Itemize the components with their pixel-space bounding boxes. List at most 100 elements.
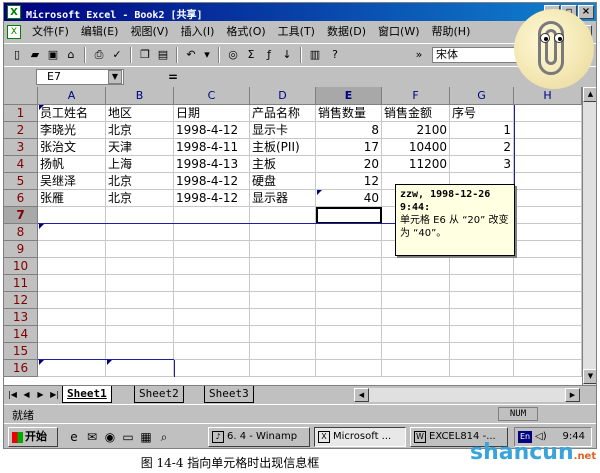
cell-b12[interactable] [106, 292, 174, 309]
new-file-icon[interactable]: ▯ [8, 47, 26, 63]
formula-input[interactable] [186, 69, 516, 85]
menu-item[interactable]: 格式(O) [220, 25, 271, 39]
cell-d5[interactable]: 硬盘 [250, 173, 316, 190]
cell-b9[interactable] [106, 241, 174, 258]
taskbar-task-button[interactable]: ♪ 6. 4 - Winamp [208, 427, 310, 447]
cell-c12[interactable] [174, 292, 250, 309]
cell-h10[interactable] [514, 258, 582, 275]
formula-equals-sign[interactable]: = [168, 70, 178, 84]
cell-c16[interactable] [174, 360, 250, 377]
cell-b13[interactable] [106, 309, 174, 326]
cell-d10[interactable] [250, 258, 316, 275]
cell-b4[interactable]: 上海 [106, 156, 174, 173]
cell-h11[interactable] [514, 275, 582, 292]
cell-e3[interactable]: 17 [316, 139, 382, 156]
cell-a4[interactable]: 扬帆 [38, 156, 106, 173]
cell-h14[interactable] [514, 326, 582, 343]
cell-f2[interactable]: 2100 [382, 122, 450, 139]
cell-a3[interactable]: 张治文 [38, 139, 106, 156]
cell-e14[interactable] [316, 326, 382, 343]
cell-e4[interactable]: 20 [316, 156, 382, 173]
cell-a1[interactable]: 员工姓名 [38, 105, 106, 122]
cell-e9[interactable] [316, 241, 382, 258]
cell-a12[interactable] [38, 292, 106, 309]
cell-a9[interactable] [38, 241, 106, 258]
cell-c4[interactable]: 1998-4-13 [174, 156, 250, 173]
row-header[interactable]: 3 [4, 139, 38, 156]
cell-h3[interactable] [514, 139, 582, 156]
office-assistant-clippy[interactable] [514, 9, 594, 89]
menu-item[interactable]: 视图(V) [124, 25, 174, 39]
menu-item[interactable]: 帮助(H) [426, 25, 477, 39]
close-button[interactable]: × [578, 5, 594, 19]
sheet-tab-3[interactable]: Sheet3 [204, 386, 254, 403]
font-name-box[interactable]: 宋体 [432, 47, 522, 63]
cell-b3[interactable]: 天津 [106, 139, 174, 156]
scroll-up-icon[interactable]: ▲ [583, 87, 596, 102]
cell-a6[interactable]: 张雁 [38, 190, 106, 207]
cell-e16[interactable] [316, 360, 382, 377]
cell-g3[interactable]: 2 [450, 139, 514, 156]
cell-h4[interactable] [514, 156, 582, 173]
row-header[interactable]: 11 [4, 275, 38, 292]
cell-h1[interactable] [514, 105, 582, 122]
cell-a5[interactable]: 吴继泽 [38, 173, 106, 190]
scroll-left-icon[interactable]: ◀ [354, 388, 369, 402]
cell-d3[interactable]: 主板(PII) [250, 139, 316, 156]
cell-d2[interactable]: 显示卡 [250, 122, 316, 139]
cell-h15[interactable] [514, 343, 582, 360]
cell-g12[interactable] [450, 292, 514, 309]
scroll-right-icon[interactable]: ▶ [565, 388, 580, 402]
start-button[interactable]: 开始 [8, 427, 58, 447]
cell-g2[interactable]: 1 [450, 122, 514, 139]
cell-d6[interactable]: 显示器 [250, 190, 316, 207]
row-header[interactable]: 6 [4, 190, 38, 207]
cell-c3[interactable]: 1998-4-11 [174, 139, 250, 156]
cell-h13[interactable] [514, 309, 582, 326]
desktop-icon[interactable]: ▭ [120, 429, 136, 445]
column-header-f[interactable]: F [382, 87, 450, 105]
cell-g1[interactable]: 序号 [450, 105, 514, 122]
cell-e10[interactable] [316, 258, 382, 275]
cell-c7[interactable] [174, 207, 250, 224]
menu-item[interactable]: 数据(D) [321, 25, 372, 39]
cell-g16[interactable] [450, 360, 514, 377]
row-header[interactable]: 16 [4, 360, 38, 377]
cell-g13[interactable] [450, 309, 514, 326]
menu-item[interactable]: 文件(F) [26, 25, 75, 39]
sheet-tab-2[interactable]: Sheet2 [134, 386, 184, 403]
paste-icon[interactable]: ▤ [154, 47, 172, 63]
cell-d11[interactable] [250, 275, 316, 292]
cell-d9[interactable] [250, 241, 316, 258]
cell-b10[interactable] [106, 258, 174, 275]
cell-b16[interactable] [106, 360, 174, 377]
title-bar[interactable]: X Microsoft Excel - Book2 [共享] _ ▫ × [4, 3, 596, 21]
browser-icon[interactable]: ◉ [102, 429, 118, 445]
column-header-c[interactable]: C [174, 87, 250, 105]
cell-g15[interactable] [450, 343, 514, 360]
row-header[interactable]: 10 [4, 258, 38, 275]
cell-h9[interactable] [514, 241, 582, 258]
cell-a2[interactable]: 李晓光 [38, 122, 106, 139]
cell-h2[interactable] [514, 122, 582, 139]
column-header-g[interactable]: G [450, 87, 514, 105]
cell-a14[interactable] [38, 326, 106, 343]
lock-icon[interactable]: ⌂ [62, 47, 80, 63]
internet-explorer-icon[interactable]: e [66, 429, 82, 445]
cell-h6[interactable] [514, 190, 582, 207]
horizontal-scrollbar[interactable]: ◀ ▶ [354, 388, 580, 402]
next-sheet-icon[interactable]: ▶ [34, 388, 47, 402]
cell-e12[interactable] [316, 292, 382, 309]
cell-c11[interactable] [174, 275, 250, 292]
cell-b7[interactable] [106, 207, 174, 224]
menu-item[interactable]: 窗口(W) [372, 25, 425, 39]
cell-c8[interactable] [174, 224, 250, 241]
cell-a8[interactable] [38, 224, 106, 241]
cell-a10[interactable] [38, 258, 106, 275]
cell-e1[interactable]: 销售数量 [316, 105, 382, 122]
cell-a7[interactable] [38, 207, 106, 224]
cell-e7[interactable] [316, 207, 382, 224]
row-header[interactable]: 7 [4, 207, 38, 224]
excel-app-icon[interactable]: X [7, 5, 21, 19]
cell-d13[interactable] [250, 309, 316, 326]
